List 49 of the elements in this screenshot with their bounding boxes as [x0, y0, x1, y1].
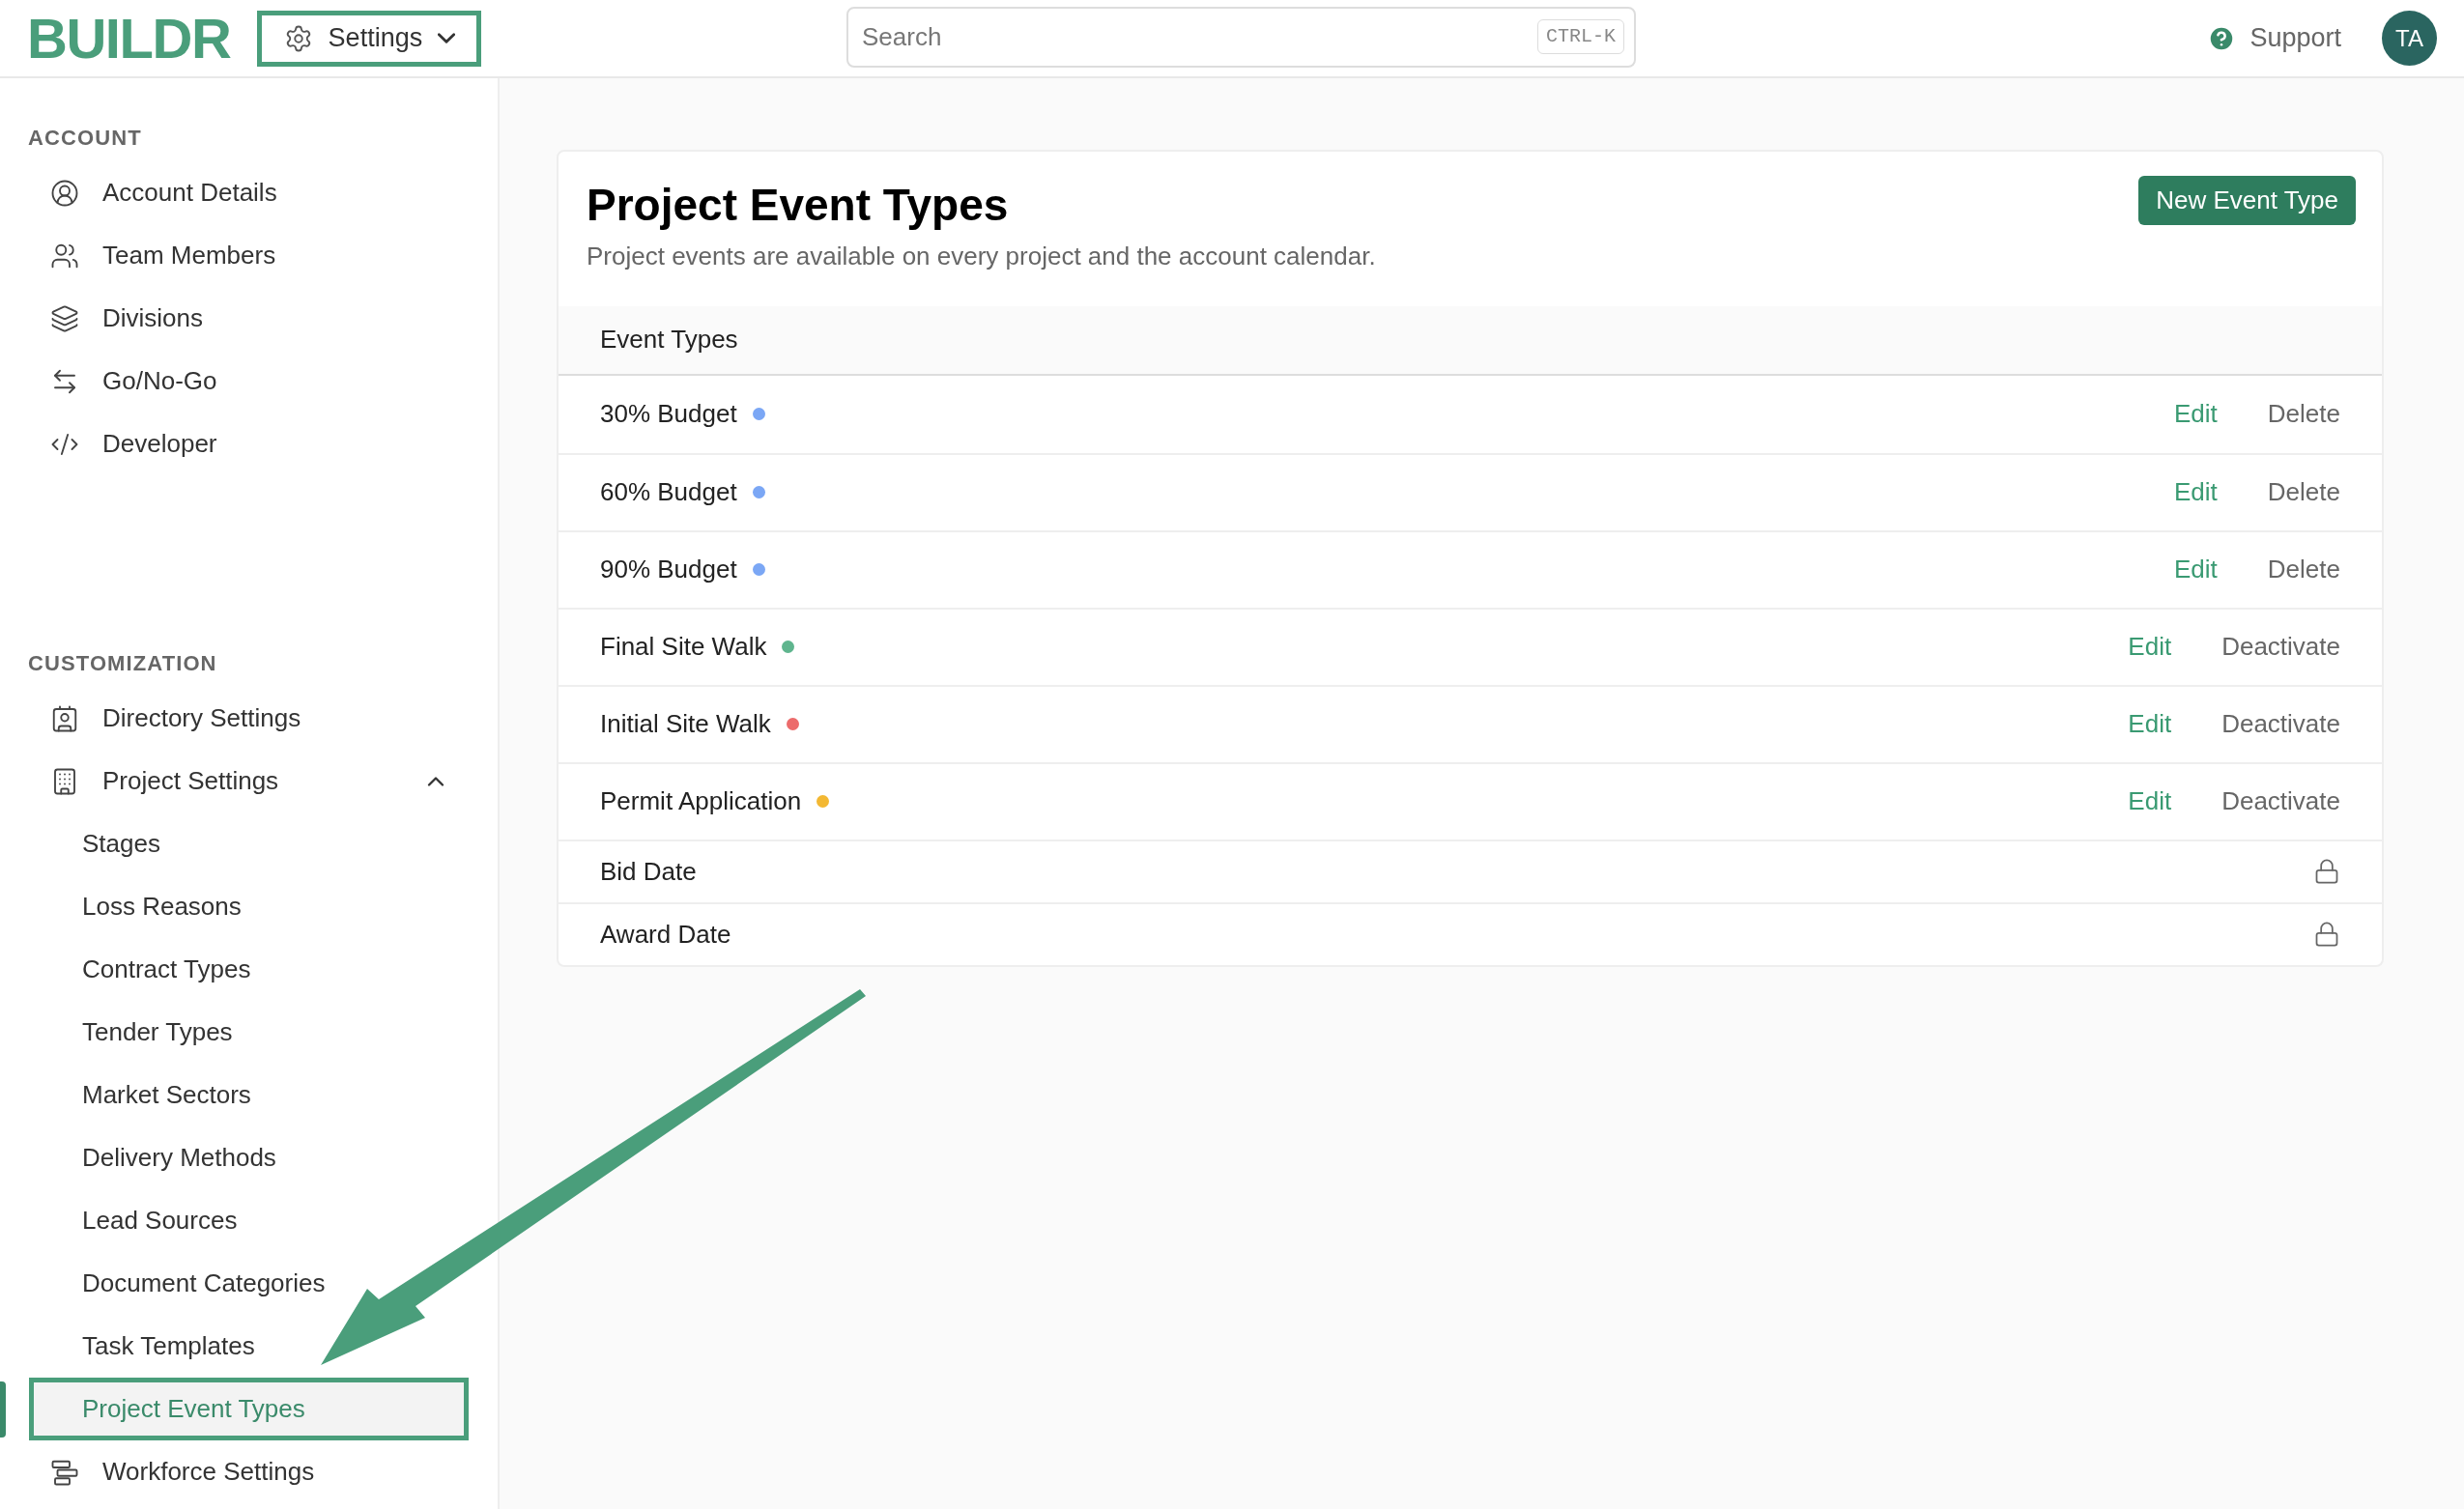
nav-item[interactable]: Divisions — [29, 287, 469, 350]
nav-item[interactable]: Workforce Settings — [29, 1440, 469, 1503]
event-type-name: 60% Budget — [600, 476, 737, 508]
section-heading: CUSTOMIZATION — [27, 650, 218, 677]
nav-subitem[interactable]: Market Sectors — [29, 1064, 469, 1126]
event-type-name: Initial Site Walk — [600, 708, 771, 740]
action-link[interactable]: Deactivate — [2221, 628, 2340, 666]
action-link[interactable]: Delete — [2267, 473, 2340, 511]
event-type-name: Bid Date — [600, 855, 697, 888]
nav-subitem[interactable]: Document Categories — [29, 1252, 469, 1315]
nav-icon — [50, 703, 79, 733]
event-type-name: Final Site Walk — [600, 631, 767, 663]
nav-subitem[interactable]: Lead Sources — [29, 1189, 469, 1252]
lock-icon — [2313, 858, 2340, 885]
nav-subitem[interactable]: Delivery Methods — [29, 1126, 469, 1189]
nav-subitem[interactable]: Stages — [29, 812, 469, 875]
nav-subitem[interactable]: Contract Types — [29, 938, 469, 1001]
page-title: Project Event Types — [587, 179, 1010, 232]
nav-icon — [50, 178, 79, 208]
table-header: Event Types — [559, 305, 2382, 376]
event-type-name: Award Date — [600, 918, 731, 951]
lock-icon — [2313, 921, 2340, 948]
new-event-type-button[interactable]: New Event Type — [2138, 176, 2356, 225]
chevron-down-icon — [438, 33, 456, 43]
shortcut-hint: CTRL-K — [1537, 19, 1624, 54]
settings-menu-button[interactable]: Settings — [257, 10, 482, 67]
nav-subitem[interactable]: Loss Reasons — [29, 875, 469, 938]
event-type-name: 30% Budget — [600, 398, 737, 430]
action-link[interactable]: Deactivate — [2221, 705, 2340, 743]
nav-item[interactable]: Go/No-Go — [29, 350, 469, 413]
nav-item[interactable]: Directory Settings — [29, 687, 469, 750]
nav-subitem[interactable]: Tender Types — [29, 1001, 469, 1064]
action-link[interactable]: Delete — [2267, 395, 2340, 433]
nav-subitem[interactable]: Project Event Types — [29, 1378, 469, 1440]
nav-item[interactable]: Developer — [29, 413, 469, 475]
nav-icon — [50, 303, 79, 333]
nav-item[interactable]: Project Settings — [29, 750, 469, 812]
action-link[interactable]: Delete — [2267, 551, 2340, 588]
nav-item[interactable]: Account Details — [29, 161, 469, 224]
section-heading: ACCOUNT — [27, 125, 143, 152]
avatar[interactable]: TA — [2382, 11, 2437, 66]
page-subtitle: Project events are available on every project and the account calendar. — [587, 240, 1376, 272]
event-type-name: 90% Budget — [600, 554, 737, 585]
active-indicator — [0, 1381, 6, 1438]
action-link[interactable]: Deactivate — [2221, 783, 2340, 820]
event-type-name: Permit Application — [600, 785, 802, 817]
nav-item[interactable]: Team Members — [29, 224, 469, 287]
nav-subitem[interactable]: Task Templates — [29, 1315, 469, 1378]
support-link[interactable]: Support — [2207, 18, 2341, 58]
